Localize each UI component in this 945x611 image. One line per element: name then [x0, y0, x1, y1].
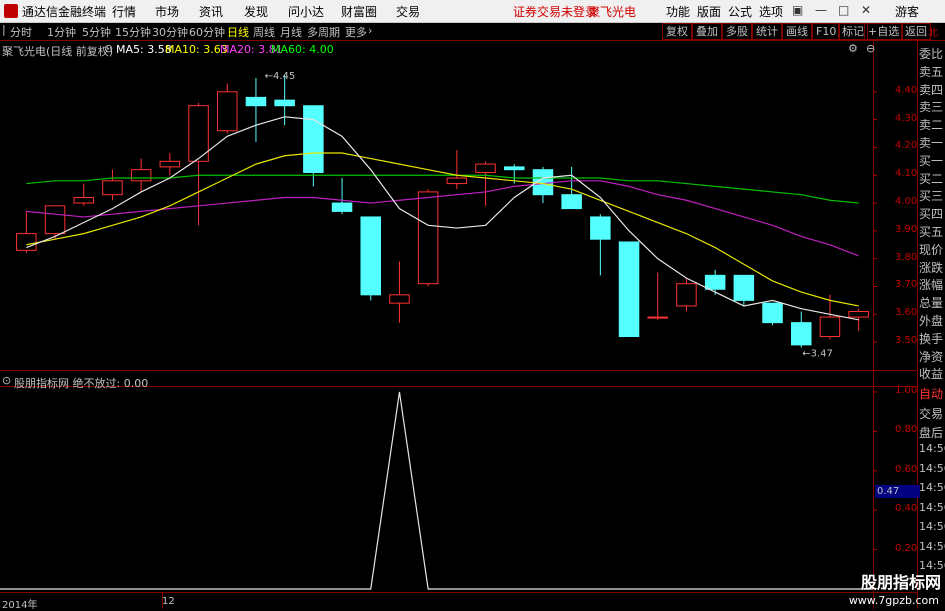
- tick-time-label: 14:56: [919, 500, 945, 514]
- indicator-line: [0, 391, 873, 590]
- candle-body: [618, 241, 640, 338]
- time-axis-month: 12: [162, 596, 175, 607]
- ma20-line: [26, 180, 859, 257]
- side-tab-label[interactable]: 交易: [919, 405, 943, 422]
- candle-body: [245, 96, 267, 107]
- indicator-tick-label: 0.20: [895, 542, 918, 554]
- ma10-label: MA10: 3.63: [165, 43, 228, 56]
- quote-field-label[interactable]: 买五: [919, 223, 943, 240]
- candle-body: [503, 166, 525, 171]
- quote-field-label[interactable]: 总量: [919, 294, 943, 311]
- candle-body: [389, 294, 410, 304]
- quote-field-label[interactable]: 涨幅: [919, 276, 943, 293]
- price-tick-label: 3.50: [895, 335, 918, 347]
- candle-body: [216, 91, 238, 132]
- price-tick-label: 4.10: [895, 168, 918, 180]
- top-right-badge: 北: [928, 28, 938, 39]
- candle-body: [590, 216, 611, 240]
- ma5-label: MA5: 3.58: [116, 43, 172, 56]
- candle-body: [331, 202, 353, 212]
- ma60-label: MA60: 4.00: [271, 43, 334, 56]
- settings-icon[interactable]: ⚙: [848, 42, 858, 55]
- candle-body: [159, 160, 181, 168]
- candle-body: [446, 177, 468, 185]
- indicator-title: 股朋指标网 绝不放过: 0.00: [14, 377, 149, 390]
- tick-time-label: 14:56: [919, 461, 945, 475]
- high-price-label: ←4.45: [265, 71, 296, 82]
- tick-time-label: 14:56: [919, 442, 945, 455]
- quote-field-label[interactable]: 买二: [919, 170, 943, 187]
- collapse-icon[interactable]: ⊙: [104, 42, 113, 55]
- candle-body: [417, 191, 439, 285]
- tick-time-label: 14:56: [919, 520, 945, 533]
- candle-body: [44, 205, 66, 235]
- kline-chart[interactable]: ←4.45 ←3.47: [0, 0, 945, 609]
- side-tab-label[interactable]: 自动: [919, 385, 943, 402]
- indicator-tick-label: 1.00: [895, 385, 918, 396]
- indicator-cursor-value: 0.47: [875, 485, 920, 498]
- candle-body: [561, 194, 582, 210]
- price-tick-label: 3.60: [895, 307, 918, 319]
- candle-body: [303, 105, 324, 173]
- chart-title: 聚飞光电(日线 前复权): [2, 45, 114, 58]
- candle-body: [848, 311, 869, 318]
- quote-field-label[interactable]: 买四: [919, 205, 943, 222]
- quote-field-label[interactable]: 换手: [919, 330, 943, 347]
- candle-body: [733, 274, 755, 301]
- tick-time-label: 14:56: [919, 481, 945, 494]
- price-tick-label: 4.00: [895, 196, 918, 208]
- price-tick-label: 3.80: [895, 251, 918, 263]
- watermark-name: 股朋指标网: [860, 573, 941, 592]
- zoom-out-icon[interactable]: ⊖: [866, 42, 875, 55]
- candle-body: [475, 163, 496, 173]
- price-tick-label: 3.90: [895, 223, 918, 235]
- quote-field-label[interactable]: 现价: [919, 241, 943, 258]
- price-tick-label: 4.30: [895, 112, 918, 124]
- candle-body: [73, 196, 95, 204]
- indicator-tick-label: 0.60: [895, 463, 918, 475]
- tick-time-label: 14:56: [919, 539, 945, 553]
- quote-field-label[interactable]: 买一: [919, 152, 943, 169]
- quote-field-label[interactable]: 净资: [919, 348, 943, 365]
- quote-field-label[interactable]: 卖四: [919, 81, 943, 98]
- low-price-label: ←3.47: [802, 349, 833, 360]
- indicator-tick-label: 0.80: [895, 424, 918, 436]
- quote-field-label[interactable]: 卖二: [919, 116, 943, 133]
- candle-body: [790, 322, 812, 346]
- quote-field-label[interactable]: 卖一: [919, 134, 943, 151]
- quote-field-label[interactable]: 外盘: [919, 312, 943, 329]
- candle-body: [360, 216, 382, 296]
- quote-field-label[interactable]: 委比: [919, 45, 943, 62]
- quote-field-label[interactable]: 卖五: [919, 63, 943, 80]
- indicator-collapse-icon[interactable]: ⊙: [2, 374, 11, 387]
- candle-body: [102, 180, 123, 196]
- candle-body: [130, 169, 152, 182]
- watermark-url: www.7gpzb.com: [848, 594, 939, 607]
- candle-body: [762, 302, 783, 324]
- candle-body: [676, 283, 697, 307]
- price-tick-label: 4.20: [895, 140, 918, 152]
- candle-body: [704, 274, 726, 290]
- candle-body: [16, 233, 37, 251]
- indicator-tick-label: 0.40: [895, 503, 918, 515]
- side-tab-label[interactable]: 盘后: [919, 424, 943, 441]
- candle-body: [647, 316, 669, 319]
- price-tick-label: 4.40: [895, 84, 918, 96]
- candle-body: [819, 316, 841, 338]
- candle-body: [274, 99, 295, 107]
- quote-field-label[interactable]: 卖三: [919, 98, 943, 115]
- price-tick-label: 3.70: [895, 279, 918, 291]
- quote-field-label[interactable]: 涨跌: [919, 259, 943, 276]
- quote-field-label[interactable]: 买三: [919, 187, 943, 204]
- quote-field-label[interactable]: 收益: [919, 365, 943, 382]
